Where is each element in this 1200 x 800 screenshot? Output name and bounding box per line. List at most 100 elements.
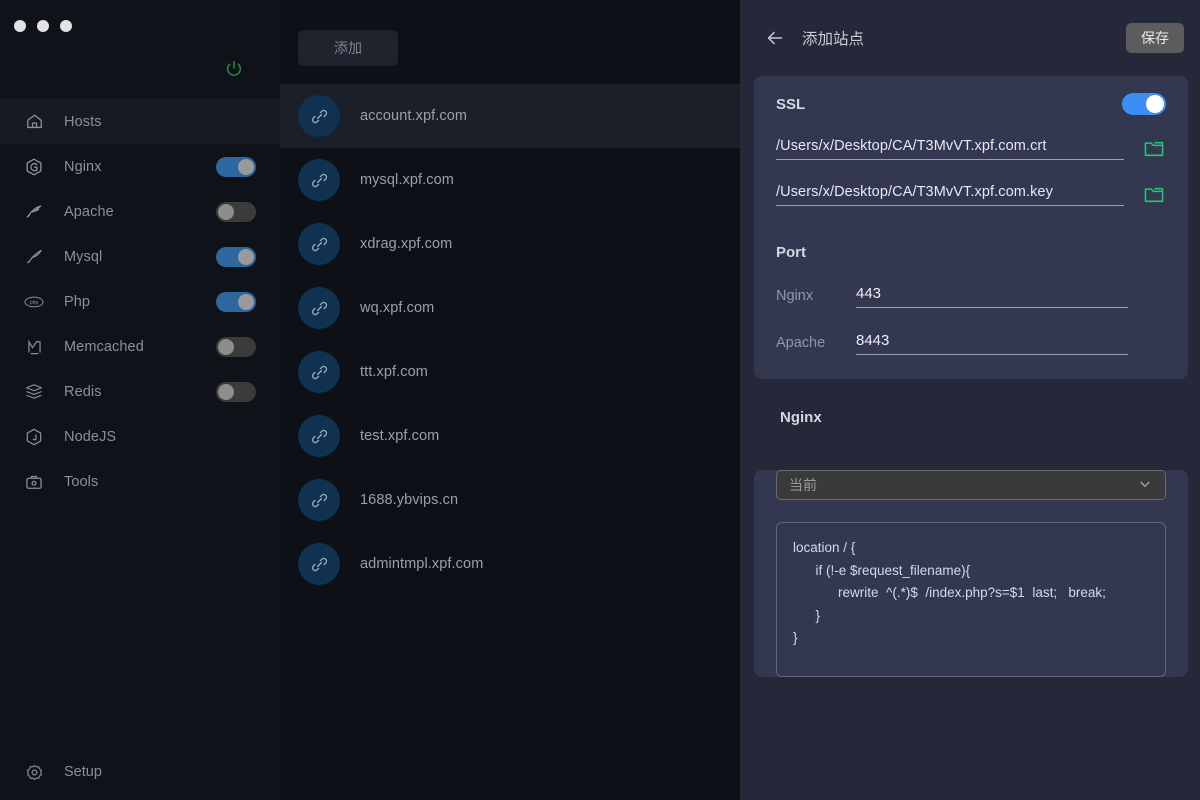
nginx-toggle[interactable] [216, 156, 256, 177]
folder-icon[interactable] [1142, 186, 1166, 204]
port-apache-label: Apache [776, 335, 826, 351]
save-button[interactable]: 保存 [1126, 23, 1184, 53]
memcached-icon [24, 337, 44, 357]
nodejs-icon [24, 427, 44, 447]
sidebar-item-label: Hosts [64, 113, 102, 130]
nginx-section-title: Nginx [780, 409, 822, 426]
php-icon: php [24, 292, 44, 312]
detail-panel: 添加站点 保存 SSL /Users/x/Desktop/CA/T3MvVT.x… [740, 0, 1200, 800]
host-name: account.xpf.com [360, 108, 468, 124]
link-icon [298, 287, 340, 329]
ssl-cert-row: /Users/x/Desktop/CA/T3MvVT.xpf.com.crt [776, 138, 1166, 160]
host-name: 1688.ybvips.cn [360, 492, 459, 508]
apache-toggle[interactable] [216, 201, 256, 222]
gear-icon [24, 762, 44, 782]
ssl-key-input[interactable]: /Users/x/Desktop/CA/T3MvVT.xpf.com.key [776, 184, 1124, 206]
nginx-icon [24, 157, 44, 177]
sidebar-item-setup[interactable]: Setup [0, 744, 280, 800]
ssl-cert-input[interactable]: /Users/x/Desktop/CA/T3MvVT.xpf.com.crt [776, 138, 1124, 160]
ssl-row: SSL [776, 76, 1166, 132]
php-toggle[interactable] [216, 291, 256, 312]
redis-toggle[interactable] [216, 381, 256, 402]
ssl-toggle[interactable] [1122, 93, 1166, 115]
arrow-left-icon[interactable] [762, 25, 788, 51]
host-name: mysql.xpf.com [360, 172, 454, 188]
sidebar-item-hosts[interactable]: Hosts [0, 99, 280, 144]
host-name: ttt.xpf.com [360, 364, 428, 380]
host-list-item[interactable]: wq.xpf.com [280, 276, 740, 340]
host-list: account.xpf.com mysql.xpf.com xdrag.xpf.… [280, 84, 740, 596]
sidebar-item-label: Memcached [64, 338, 144, 355]
host-list-item[interactable]: admintmpl.xpf.com [280, 532, 740, 596]
link-icon [298, 479, 340, 521]
sidebar-item-apache[interactable]: Apache [0, 189, 280, 234]
nginx-template-select[interactable]: 当前 [776, 470, 1166, 500]
nginx-template-value: 当前 [789, 477, 817, 493]
apache-icon [24, 202, 44, 222]
sidebar-nav: Hosts Nginx Apache Mysql php Php Memcach… [0, 98, 280, 504]
host-list-item[interactable]: test.xpf.com [280, 404, 740, 468]
detail-body: SSL /Users/x/Desktop/CA/T3MvVT.xpf.com.c… [740, 76, 1200, 800]
ssl-label: SSL [776, 95, 806, 113]
tools-icon [24, 472, 44, 492]
window-traffic-lights [0, 0, 280, 40]
ssl-key-row: /Users/x/Desktop/CA/T3MvVT.xpf.com.key [776, 184, 1166, 206]
sidebar-setup-label: Setup [64, 764, 102, 780]
sidebar-item-memcached[interactable]: Memcached [0, 324, 280, 369]
link-icon [298, 95, 340, 137]
host-list-panel: 添加 account.xpf.com mysql.xpf.com xdrag.x… [280, 0, 740, 800]
app-window: Hosts Nginx Apache Mysql php Php Memcach… [0, 0, 1200, 800]
sidebar-item-label: NodeJS [64, 428, 117, 445]
folder-icon[interactable] [1142, 140, 1166, 158]
host-list-item[interactable]: ttt.xpf.com [280, 340, 740, 404]
host-name: wq.xpf.com [360, 300, 435, 316]
svg-text:php: php [30, 300, 39, 306]
sidebar-item-label: Tools [64, 473, 99, 490]
page-title: 添加站点 [802, 31, 865, 48]
host-list-item[interactable]: 1688.ybvips.cn [280, 468, 740, 532]
redis-icon [24, 382, 44, 402]
host-name: xdrag.xpf.com [360, 236, 453, 252]
maximize-icon[interactable] [60, 20, 72, 32]
sidebar-item-label: Redis [64, 383, 102, 400]
link-icon [298, 415, 340, 457]
sidebar-item-tools[interactable]: Tools [0, 459, 280, 504]
host-list-item[interactable]: mysql.xpf.com [280, 148, 740, 212]
port-apache-row: Apache 8443 [776, 332, 1166, 355]
minimize-icon[interactable] [37, 20, 49, 32]
home-icon [24, 112, 44, 132]
host-list-item[interactable]: xdrag.xpf.com [280, 212, 740, 276]
power-icon[interactable] [224, 59, 244, 79]
sidebar-item-php[interactable]: php Php [0, 279, 280, 324]
detail-header: 添加站点 保存 [740, 0, 1200, 76]
sidebar-item-nginx[interactable]: Nginx [0, 144, 280, 189]
sidebar-item-mysql[interactable]: Mysql [0, 234, 280, 279]
port-nginx-label: Nginx [776, 288, 814, 304]
port-nginx-row: Nginx 443 [776, 285, 1166, 308]
mysql-toggle[interactable] [216, 246, 256, 267]
nginx-config-card: 当前 location / { if (!-e $request_filenam… [754, 470, 1188, 677]
sidebar-item-label: Apache [64, 203, 114, 220]
link-icon [298, 351, 340, 393]
chevron-down-icon [1137, 476, 1153, 495]
sidebar-item-label: Mysql [64, 248, 103, 265]
port-section-title: Port [776, 244, 806, 261]
link-icon [298, 159, 340, 201]
nginx-config-textarea[interactable]: location / { if (!-e $request_filename){… [776, 522, 1166, 677]
link-icon [298, 543, 340, 585]
mysql-icon [24, 247, 44, 267]
power-row [0, 40, 280, 98]
sidebar-item-redis[interactable]: Redis [0, 369, 280, 414]
add-host-button[interactable]: 添加 [298, 30, 398, 66]
host-list-item[interactable]: account.xpf.com [280, 84, 740, 148]
sidebar: Hosts Nginx Apache Mysql php Php Memcach… [0, 0, 280, 800]
ssl-port-card: SSL /Users/x/Desktop/CA/T3MvVT.xpf.com.c… [754, 76, 1188, 379]
memcached-toggle[interactable] [216, 336, 256, 357]
port-nginx-input[interactable]: 443 [856, 285, 1128, 308]
sidebar-item-nodejs[interactable]: NodeJS [0, 414, 280, 459]
close-icon[interactable] [14, 20, 26, 32]
link-icon [298, 223, 340, 265]
port-apache-input[interactable]: 8443 [856, 332, 1128, 355]
host-name: test.xpf.com [360, 428, 440, 444]
